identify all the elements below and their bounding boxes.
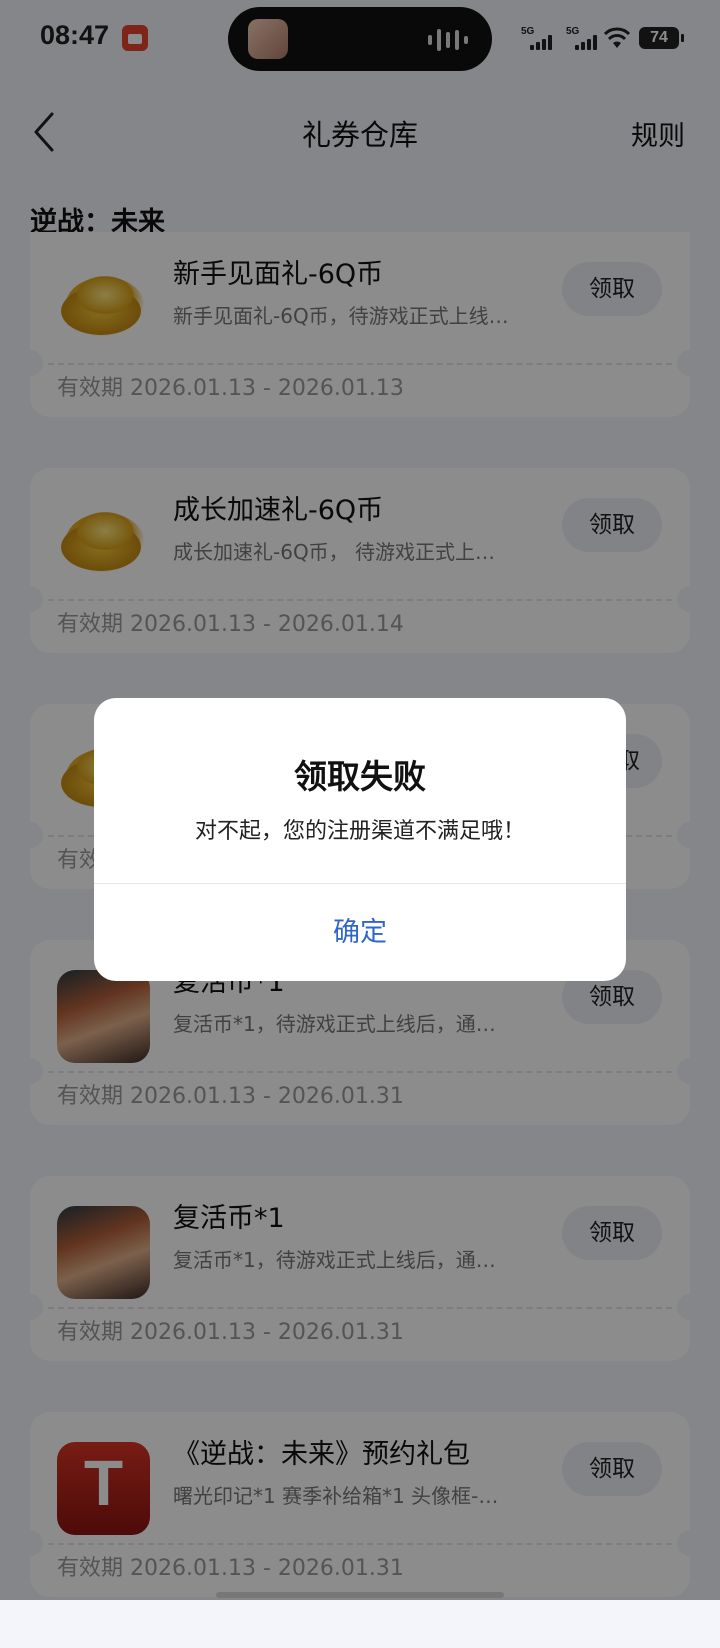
error-dialog: 领取失败 对不起，您的注册渠道不满足哦！ 确定 xyxy=(94,698,626,981)
confirm-button[interactable]: 确定 xyxy=(94,884,626,981)
dialog-message: 对不起，您的注册渠道不满足哦！ xyxy=(194,819,525,844)
home-indicator[interactable] xyxy=(216,1592,504,1598)
dialog-title: 领取失败 xyxy=(294,757,426,796)
